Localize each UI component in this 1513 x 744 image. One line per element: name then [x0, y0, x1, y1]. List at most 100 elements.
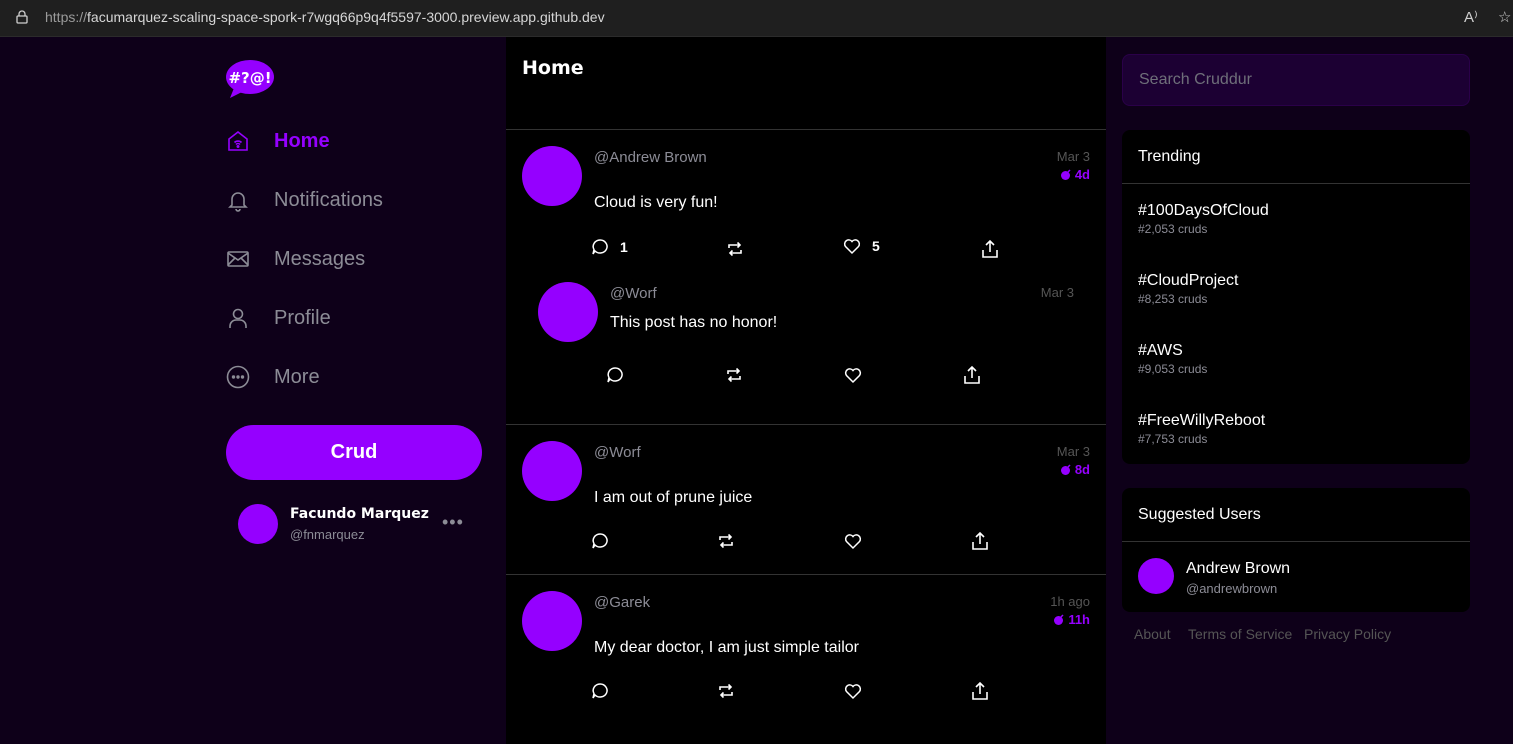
- post-handle[interactable]: @Andrew Brown: [594, 149, 707, 166]
- trending-item[interactable]: #AWS #9,053 cruds: [1138, 342, 1207, 376]
- nav-item-notifications[interactable]: Notifications: [226, 180, 486, 220]
- envelope-icon: [227, 251, 249, 267]
- nav-item-more[interactable]: More: [226, 357, 486, 397]
- repost-icon: [727, 367, 741, 383]
- like-button[interactable]: [843, 531, 863, 551]
- post-message: This post has no honor!: [610, 314, 778, 331]
- post-handle[interactable]: @Garek: [594, 594, 650, 611]
- repost-button[interactable]: [724, 365, 744, 385]
- post-date: 1h ago: [1050, 594, 1090, 609]
- crud-button[interactable]: Crud: [226, 425, 482, 480]
- repost-button[interactable]: [725, 239, 745, 259]
- more-circle-icon: [226, 365, 250, 389]
- avatar[interactable]: [538, 282, 598, 342]
- like-button[interactable]: [843, 365, 863, 385]
- cruddur-logo[interactable]: #?@!: [226, 58, 274, 98]
- nav-item-profile[interactable]: Profile: [226, 298, 486, 338]
- post-date: Mar 3: [1056, 444, 1090, 459]
- nav-label-more: More: [274, 365, 320, 388]
- like-button[interactable]: 5: [842, 236, 880, 256]
- footer-link-about[interactable]: About: [1134, 626, 1171, 642]
- feed-header-divider: [506, 129, 1106, 130]
- search-input[interactable]: [1122, 54, 1470, 106]
- post-expiry-text: 8d: [1074, 462, 1090, 477]
- reply-button[interactable]: [590, 681, 610, 701]
- reply-icon: [592, 683, 608, 699]
- trending-count: #9,053 cruds: [1138, 362, 1208, 376]
- trending-count: #8,253 cruds: [1138, 292, 1208, 306]
- avatar[interactable]: [238, 504, 278, 544]
- suggested-user-handle: @andrewbrown: [1186, 581, 1278, 596]
- trending-tag: #AWS: [1138, 342, 1183, 359]
- avatar[interactable]: [522, 146, 582, 206]
- logo-text: #?@!: [228, 69, 271, 87]
- reply-count: 1: [620, 239, 628, 255]
- trending-item[interactable]: #100DaysOfCloud #2,053 cruds: [1138, 202, 1269, 236]
- nav-item-home[interactable]: Home: [226, 121, 486, 161]
- share-icon: [982, 239, 998, 258]
- lock-icon: [16, 10, 28, 24]
- repost-icon: [728, 241, 742, 257]
- post-handle[interactable]: @Worf: [594, 444, 641, 461]
- share-button[interactable]: [962, 365, 982, 385]
- share-button[interactable]: [980, 239, 1000, 259]
- repost-icon: [719, 533, 733, 549]
- bomb-icon: [1060, 168, 1071, 180]
- reply-icon: [592, 239, 608, 255]
- trending-tag: #CloudProject: [1138, 272, 1239, 289]
- browser-address-bar: https://facumarquez-scaling-space-spork-…: [0, 0, 1513, 37]
- reply-button[interactable]: [605, 365, 625, 385]
- reply-icon: [592, 533, 608, 549]
- heart-icon: [844, 534, 862, 550]
- trending-item[interactable]: #FreeWillyReboot #7,753 cruds: [1138, 412, 1265, 446]
- url-field[interactable]: https://facumarquez-scaling-space-spork-…: [45, 9, 605, 25]
- post-divider: [506, 424, 1106, 425]
- avatar[interactable]: [522, 591, 582, 651]
- trending-count: #2,053 cruds: [1138, 222, 1208, 236]
- post-divider: [506, 574, 1106, 575]
- post-expiry-text: 11h: [1068, 612, 1090, 627]
- post-date: Mar 3: [1040, 285, 1074, 300]
- nav-label-profile: Profile: [274, 306, 331, 329]
- post-expiry: 8d: [1060, 462, 1090, 477]
- reader-mode-icon[interactable]: A⁾: [1464, 8, 1478, 26]
- share-icon: [972, 531, 988, 550]
- share-icon: [972, 681, 988, 700]
- trending-title: Trending: [1138, 148, 1201, 165]
- nav-item-messages[interactable]: Messages: [226, 239, 486, 279]
- reply-button[interactable]: [590, 531, 610, 551]
- favorite-star-icon[interactable]: ☆: [1498, 8, 1511, 26]
- like-button[interactable]: [843, 681, 863, 701]
- profile-handle: @fnmarquez: [290, 527, 365, 542]
- footer-link-privacy[interactable]: Privacy Policy: [1304, 626, 1391, 642]
- trending-item[interactable]: #CloudProject #8,253 cruds: [1138, 272, 1239, 306]
- post-message: Cloud is very fun!: [594, 194, 718, 211]
- suggested-users-card: Suggested Users Andrew Brown @andrewbrow…: [1122, 488, 1470, 612]
- heart-icon: [843, 239, 861, 255]
- url-host: facumarquez-scaling-space-spork-r7wgq66p…: [87, 9, 605, 25]
- heart-icon: [844, 368, 862, 384]
- reply-button[interactable]: 1: [590, 237, 628, 257]
- repost-button[interactable]: [716, 531, 736, 551]
- post-handle[interactable]: @Worf: [610, 285, 657, 302]
- share-button[interactable]: [970, 531, 990, 551]
- share-icon: [964, 365, 980, 384]
- page-title: Home: [522, 57, 584, 79]
- trending-count: #7,753 cruds: [1138, 432, 1208, 446]
- profile-more-button[interactable]: •••: [442, 512, 464, 533]
- profile-name: Facundo Marquez: [290, 506, 429, 522]
- like-count: 5: [872, 238, 880, 254]
- share-button[interactable]: [970, 681, 990, 701]
- nav-label-notifications: Notifications: [274, 188, 383, 211]
- suggested-user-name[interactable]: Andrew Brown: [1186, 560, 1290, 578]
- feed: Home @Andrew Brown Mar 3 4d Cloud is ver…: [506, 37, 1106, 744]
- bomb-icon: [1060, 463, 1071, 475]
- url-scheme: https://: [45, 9, 88, 25]
- avatar[interactable]: [522, 441, 582, 501]
- avatar[interactable]: [1138, 558, 1174, 594]
- post-message: My dear doctor, I am just simple tailor: [594, 639, 859, 656]
- post-expiry: 4d: [1060, 167, 1090, 182]
- repost-icon: [719, 683, 733, 699]
- footer-link-terms[interactable]: Terms of Service: [1188, 626, 1292, 642]
- repost-button[interactable]: [716, 681, 736, 701]
